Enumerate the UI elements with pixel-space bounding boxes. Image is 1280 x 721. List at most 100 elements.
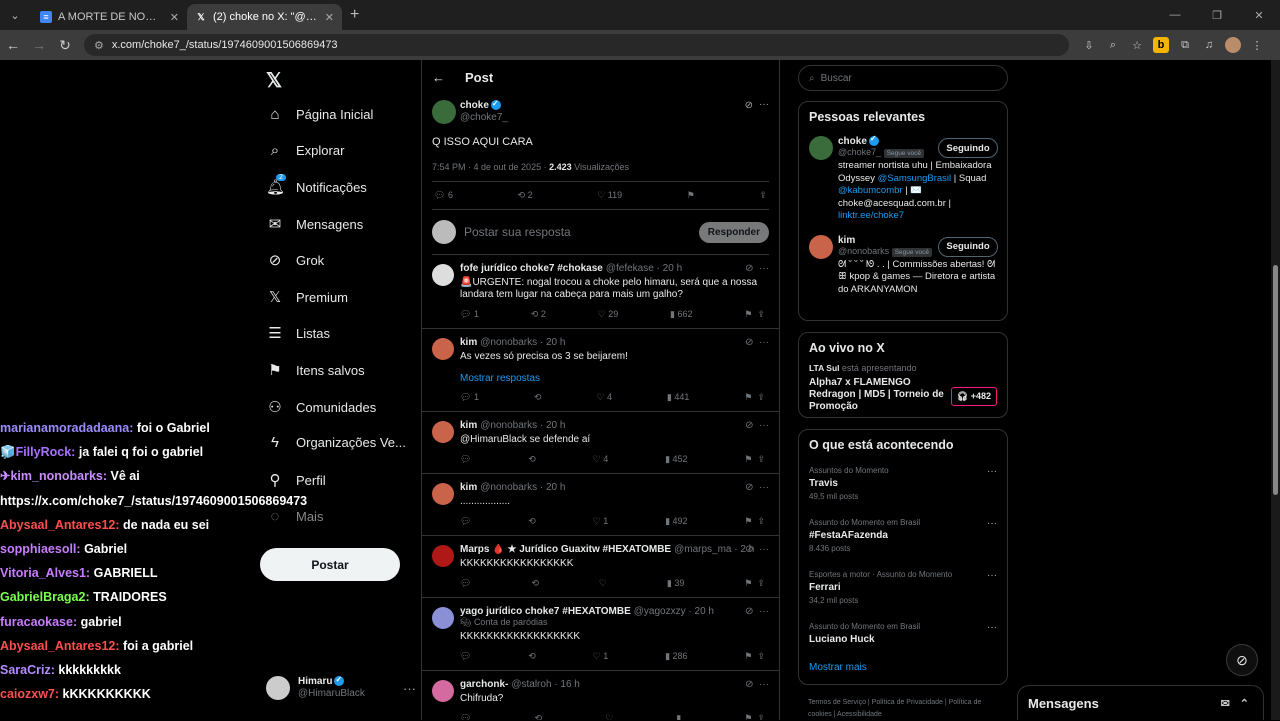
- more-dots-icon[interactable]: ⊘ ···: [745, 420, 769, 431]
- views-button[interactable]: ▮ 452: [665, 454, 687, 465]
- author-name[interactable]: choke: [460, 100, 489, 111]
- like-button[interactable]: ♡ 29: [598, 309, 619, 320]
- repost-button[interactable]: ⟲: [531, 578, 539, 589]
- tab-search-icon[interactable]: ⌄: [4, 4, 26, 26]
- bookmark-icon[interactable]: ⚑ ⇪: [744, 392, 765, 403]
- extension-b-icon[interactable]: b: [1153, 37, 1169, 53]
- close-window-icon[interactable]: ✕: [1238, 9, 1280, 22]
- views-button[interactable]: ▮ 441: [667, 392, 689, 403]
- bookmark-icon[interactable]: ⚑ ⇪: [744, 651, 765, 662]
- reply-button[interactable]: 💬︎: [460, 578, 471, 589]
- close-tab-icon[interactable]: ✕: [325, 11, 334, 24]
- reply-button[interactable]: 💬︎ 1: [460, 392, 479, 403]
- more-dots-icon[interactable]: ⊘ ···: [745, 606, 769, 617]
- repost-button[interactable]: ⟲: [528, 454, 536, 465]
- bio-link[interactable]: @SamsungBrasil: [878, 173, 952, 184]
- following-button[interactable]: Seguindo: [938, 138, 998, 158]
- author-handle[interactable]: @fefekase · 20 h: [606, 263, 682, 274]
- nav-grok[interactable]: ⊘ Grok: [266, 251, 324, 269]
- repost-button[interactable]: ⟲: [528, 516, 536, 527]
- show-replies-link[interactable]: Mostrar respostas: [460, 373, 769, 384]
- compose-message-icon[interactable]: ✉: [1221, 697, 1230, 710]
- author-handle[interactable]: @marps_ma · 2 h: [674, 544, 754, 555]
- nav-messages[interactable]: ✉ Mensagens: [266, 215, 364, 233]
- like-button[interactable]: ♡ 119: [597, 190, 622, 201]
- avatar[interactable]: [432, 264, 454, 286]
- person-card[interactable]: choke @choke7_ Segue você Seguindo strea…: [809, 134, 998, 223]
- author-handle[interactable]: @nonobarks · 20 h: [480, 482, 565, 493]
- repost-button[interactable]: ⟲: [528, 651, 536, 662]
- share-icon[interactable]: ⇪: [759, 190, 767, 201]
- media-icon[interactable]: ♫: [1201, 37, 1217, 53]
- nav-home[interactable]: ⌂ Página Inicial: [266, 106, 373, 123]
- bookmark-icon[interactable]: ⚑ ⇪: [744, 516, 765, 527]
- avatar[interactable]: [432, 483, 454, 505]
- reply-tweet[interactable]: ⊘ ··· garchonk- @stalroh · 16 h Chifruda? 💬︎…: [422, 671, 779, 720]
- bookmark-icon[interactable]: ⚑ ⇪: [744, 454, 765, 465]
- live-host[interactable]: LTA Sul está apresentando: [809, 363, 997, 373]
- footer-links[interactable]: Termos de Serviço | Política de Privacid…: [808, 697, 998, 721]
- reply-tweet[interactable]: ⊘ ··· fofe jurídico choke7 #chokase @fefek…: [422, 255, 779, 329]
- reply-tweet[interactable]: ⊘ ··· kim @nonobarks · 20 h As vezes só pre…: [422, 329, 779, 412]
- expand-icon[interactable]: ⌃: [1240, 697, 1249, 710]
- like-button[interactable]: ♡ 1: [593, 651, 609, 662]
- reply-button[interactable]: 💬︎ 1: [460, 309, 479, 320]
- more-dots-icon[interactable]: ···: [987, 466, 997, 477]
- bookmark-icon[interactable]: ⚑ ⇪: [744, 713, 765, 720]
- nav-communities[interactable]: ⚇ Comunidades: [266, 398, 376, 416]
- author-handle[interactable]: @nonobarks · 20 h: [480, 337, 565, 348]
- menu-icon[interactable]: ⋮: [1249, 37, 1265, 53]
- site-info-icon[interactable]: ⚙: [94, 39, 104, 52]
- more-dots-icon[interactable]: ⊘ ···: [745, 679, 769, 690]
- grok-fab-icon[interactable]: ⊘: [1226, 644, 1258, 676]
- more-dots-icon[interactable]: ⊘ ···: [745, 263, 769, 274]
- author-name[interactable]: kim: [460, 337, 477, 348]
- profile-avatar-icon[interactable]: [1225, 37, 1241, 53]
- views-button[interactable]: ▮: [676, 713, 681, 720]
- reply-button[interactable]: 💬︎: [460, 651, 471, 662]
- author-handle[interactable]: @nonobarks · 20 h: [480, 420, 565, 431]
- live-listener-count[interactable]: 🎧︎ +482: [950, 387, 997, 406]
- person-card[interactable]: kim @nonobarks Segue você Seguindo ᘛ ˘ ˘…: [809, 234, 998, 297]
- scrollbar-thumb[interactable]: [1273, 265, 1278, 495]
- new-tab-icon[interactable]: +: [350, 6, 359, 24]
- author-name[interactable]: kim: [460, 420, 477, 431]
- reply-tweet[interactable]: ⊘ ··· kim @nonobarks · 20 h...............…: [422, 474, 779, 536]
- nav-explore[interactable]: ⌕ Explorar: [266, 142, 345, 159]
- tab-docs[interactable]: ≡ A MORTE DE NOGAL - Docume ✕: [32, 4, 187, 30]
- avatar[interactable]: [432, 680, 454, 702]
- reply-button[interactable]: 💬︎ 6: [434, 190, 453, 201]
- avatar[interactable]: [432, 100, 456, 124]
- repost-button[interactable]: ⟲: [534, 392, 542, 403]
- close-tab-icon[interactable]: ✕: [170, 11, 179, 24]
- author-name[interactable]: Marps 🩸 ★ Jurídico Guaxitw #HEXATOMBE: [460, 544, 671, 555]
- forward-icon[interactable]: →: [26, 37, 52, 53]
- author-handle[interactable]: @choke7_: [460, 112, 769, 124]
- messages-drawer[interactable]: Mensagens ✉ ⌃: [1017, 685, 1264, 720]
- author-handle[interactable]: @yagozxzy · 20 h: [634, 606, 714, 617]
- zoom-icon[interactable]: ⌕: [1105, 37, 1121, 53]
- more-dots-icon[interactable]: ⊘ ···: [745, 337, 769, 348]
- like-button[interactable]: ♡ 4: [596, 392, 612, 403]
- grok-icon[interactable]: ⊘: [745, 100, 753, 111]
- puzzle-icon[interactable]: ⧉: [1177, 37, 1193, 53]
- author-name[interactable]: yago jurídico choke7 #HEXATOMBE: [460, 606, 631, 617]
- nav-lists[interactable]: ☰ Listas: [266, 324, 330, 342]
- bio-link[interactable]: @kabumcombr: [838, 185, 903, 196]
- minimize-icon[interactable]: —: [1154, 9, 1196, 21]
- following-button[interactable]: Seguindo: [938, 236, 998, 257]
- bookmark-icon[interactable]: ⚑ ⇪: [744, 309, 765, 320]
- bookmark-icon[interactable]: ⚑ ⇪: [744, 578, 765, 589]
- more-dots-icon[interactable]: ···: [987, 570, 997, 581]
- repost-button[interactable]: ⟲ 2: [531, 309, 546, 320]
- author-handle[interactable]: @stalroh · 16 h: [511, 679, 580, 690]
- author-name[interactable]: garchonk-: [460, 679, 508, 690]
- author-name[interactable]: fofe jurídico choke7 #chokase: [460, 263, 603, 274]
- avatar[interactable]: [432, 545, 454, 567]
- views-button[interactable]: ▮ 286: [665, 651, 687, 662]
- x-logo-icon[interactable]: 𝕏: [266, 68, 282, 93]
- nav-premium[interactable]: 𝕏 Premium: [266, 288, 348, 306]
- avatar[interactable]: [432, 607, 454, 629]
- views-button[interactable]: ▮ 492: [665, 516, 687, 527]
- more-dots-icon[interactable]: ···: [987, 622, 997, 633]
